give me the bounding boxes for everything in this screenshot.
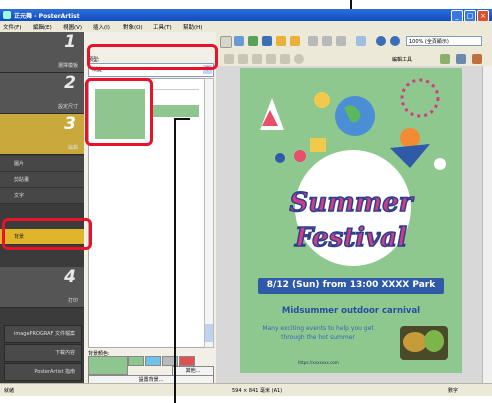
step-label: 編輯 [67, 145, 78, 151]
poster-date-ribbon[interactable]: 8/12 (Sun) from 13:00 XXXX Park [258, 278, 444, 294]
line-icon[interactable] [266, 54, 276, 64]
background-thumbnail[interactable] [153, 105, 199, 117]
grid-icon[interactable] [336, 36, 346, 46]
current-color-swatch [88, 356, 128, 375]
distribute-icon[interactable] [322, 36, 332, 46]
title-bar: 正元舞 - PosterArtist _ □ × [0, 9, 492, 22]
sidebar-item-image[interactable]: 圖片 [0, 156, 84, 172]
vertical-text-icon[interactable] [252, 54, 262, 64]
step-3[interactable]: 3 編輯 [0, 114, 84, 155]
sidebar-item-clipart[interactable]: 剪貼畫 [0, 172, 84, 188]
step-number: 2 [64, 73, 76, 93]
zoom-select[interactable]: 100% (全頁顯示) [406, 36, 482, 46]
status-bar: 就緒 594 × 841 毫米 (A1) 數字 [0, 383, 492, 396]
window-title: 正元舞 - PosterArtist [14, 13, 80, 20]
align-icon[interactable] [308, 36, 318, 46]
tool-icon[interactable] [472, 54, 482, 64]
poster-date-text: 8/12 (Sun) from 13:00 XXXX Park [266, 280, 436, 290]
background-thumbnail[interactable] [153, 89, 199, 104]
color-swatch[interactable] [145, 356, 161, 366]
rectangle-icon[interactable] [280, 54, 290, 64]
step-2[interactable]: 2 設定尺寸 [0, 73, 84, 114]
download-content-button[interactable]: 下載內容 [4, 344, 82, 362]
menu-file[interactable]: 文件(F) [3, 23, 21, 31]
canvas-scrollbar[interactable] [482, 66, 492, 383]
callout-line-horizontal [174, 118, 190, 120]
menu-object[interactable]: 對象(O) [123, 23, 143, 31]
zoom-out-icon[interactable] [376, 36, 386, 46]
step-4[interactable]: 4 打印 [0, 267, 84, 308]
application-window: 正元舞 - PosterArtist _ □ × 文件(F) 編輯(E) 視圖(… [0, 9, 492, 396]
redo-icon[interactable] [290, 36, 300, 46]
highlight-background-item [2, 218, 92, 250]
thumbnails-scrollbar[interactable] [204, 78, 214, 348]
imageprograf-button[interactable]: imagePROGRAF 文件檔案 [4, 325, 82, 343]
step-label: 選擇模板 [57, 63, 78, 69]
save-icon[interactable] [262, 36, 272, 46]
pointer-icon[interactable] [224, 54, 234, 64]
poster-photo[interactable] [400, 326, 448, 360]
poster-description[interactable]: Many exciting events to help you get thr… [254, 324, 382, 342]
open-icon[interactable] [248, 36, 258, 46]
color-swatch[interactable] [179, 356, 195, 366]
poster-title-line2[interactable]: Festival [240, 222, 462, 254]
status-text: 就緒 [4, 388, 15, 394]
menu-help[interactable]: 幫助(H) [183, 23, 202, 31]
edit-toolbar: 編輯工具 [216, 52, 492, 66]
tool-icon[interactable] [456, 54, 466, 64]
highlight-category-select [87, 44, 218, 70]
step-number: 3 [64, 114, 76, 134]
menu-bar: 文件(F) 編輯(E) 視圖(V) 插入(I) 對象(O) 工具(T) 幫助(H… [0, 21, 492, 32]
menu-edit[interactable]: 編輯(E) [33, 23, 52, 31]
color-swatches [128, 356, 195, 366]
highlight-thumbnail [85, 78, 153, 146]
step-number: 4 [64, 267, 76, 287]
text-icon[interactable] [238, 54, 248, 64]
new-icon[interactable] [234, 36, 244, 46]
edit-tools-label: 編輯工具 [392, 57, 413, 63]
poster[interactable]: Summer Festival 8/12 (Sun) from 13:00 XX… [240, 68, 462, 373]
color-swatch[interactable] [128, 356, 144, 366]
steps-sidebar: 1 選擇模板 2 設定尺寸 3 編輯 圖片 剪貼畫 文字 背景 4 打印 ima… [0, 32, 84, 383]
step-1[interactable]: 1 選擇模板 [0, 32, 84, 73]
tool-icon[interactable] [440, 54, 450, 64]
step-number: 1 [64, 32, 76, 52]
poster-title-line1[interactable]: Summer [240, 187, 462, 219]
paste-icon[interactable] [220, 36, 232, 48]
callout-line-bottom [174, 118, 176, 403]
layer-icon[interactable] [356, 36, 366, 46]
poster-url[interactable]: https://xxxxxxx.com [298, 360, 339, 365]
step-label: 打印 [67, 298, 78, 304]
main-toolbar: 100% (全頁顯示) [216, 32, 492, 53]
app-icon [3, 11, 11, 19]
step-label: 設定尺寸 [57, 104, 78, 110]
paper-size-status: 594 × 841 毫米 (A1) [232, 388, 283, 394]
menu-insert[interactable]: 插入(I) [93, 23, 110, 31]
undo-icon[interactable] [276, 36, 286, 46]
ellipse-icon[interactable] [294, 54, 304, 64]
menu-view[interactable]: 視圖(V) [63, 23, 82, 31]
poster-subtitle[interactable]: Midsummer outdoor carnival [240, 306, 462, 316]
sidebar-item-text[interactable]: 文字 [0, 188, 84, 204]
zoom-in-icon[interactable] [390, 36, 400, 46]
menu-tools[interactable]: 工具(T) [153, 23, 172, 31]
numlock-status: 數字 [448, 388, 459, 394]
guide-button[interactable]: PosterArtist 指南 [4, 363, 82, 381]
poster-canvas: Summer Festival 8/12 (Sun) from 13:00 XX… [216, 66, 482, 383]
